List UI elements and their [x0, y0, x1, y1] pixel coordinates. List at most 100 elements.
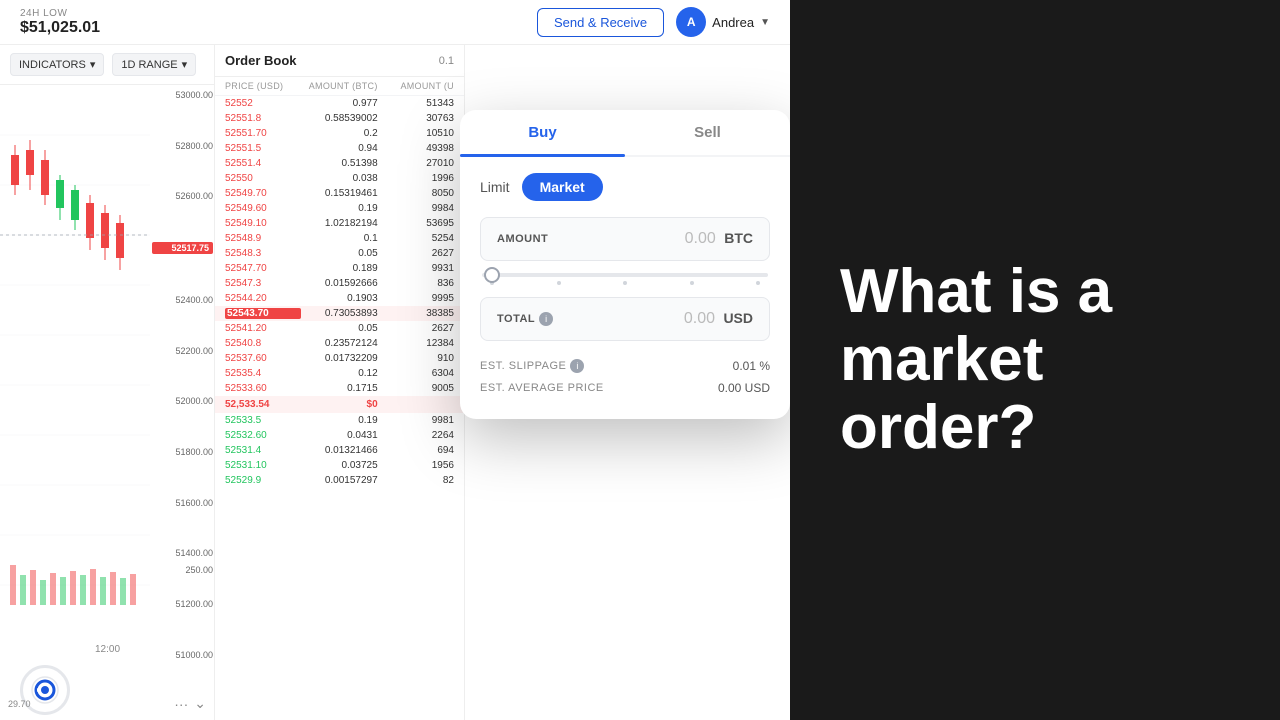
slider-dot [690, 281, 694, 285]
order-row[interactable]: 52552 0.977 51343 [215, 96, 464, 111]
price-label: 53000.00 [152, 90, 213, 100]
current-price-tag: 52517.75 [152, 242, 213, 254]
order-book-header: Order Book 0.1 [215, 45, 464, 77]
user-menu[interactable]: A Andrea ▼ [676, 7, 770, 37]
price-labels: 53000.00 52800.00 52600.00 52517.75 5240… [150, 85, 215, 665]
bottom-controls: ··· ⌄ [174, 695, 206, 712]
indicators-label: INDICATORS [19, 59, 86, 71]
amount-label: AMOUNT [497, 233, 548, 245]
info-icon[interactable]: i [539, 312, 553, 326]
market-button[interactable]: Market [522, 173, 603, 201]
info-icon[interactable]: i [570, 359, 584, 373]
amount-value-group: 0.00 BTC [685, 230, 753, 248]
col-total: AMOUNT (U [378, 81, 454, 91]
price-label: 52800.00 [152, 141, 213, 151]
spread-price: 52,533.54 [225, 399, 301, 410]
col-amount: AMOUNT (BTC) [301, 81, 377, 91]
order-book: Order Book 0.1 PRICE (USD) AMOUNT (BTC) … [215, 45, 465, 720]
slippage-label-group: EST. SLIPPAGE i [480, 359, 584, 373]
order-row[interactable]: 52532.60 0.0431 2264 [215, 428, 464, 443]
price-label: 51400.00 [152, 548, 213, 558]
tab-indicator [460, 154, 625, 157]
order-row[interactable]: 52549.70 0.15319461 8050 [215, 186, 464, 201]
total-field: TOTAL i 0.00 USD [480, 297, 770, 341]
price-label: 51600.00 [152, 498, 213, 508]
price-label: 51800.00 [152, 447, 213, 457]
order-row[interactable]: 52549.60 0.19 9984 [215, 201, 464, 216]
order-price: 52552 [225, 98, 301, 109]
order-row[interactable]: 52551.4 0.51398 27010 [215, 156, 464, 171]
chevron-down-icon: ▼ [760, 17, 770, 28]
order-row[interactable]: 52549.10 1.02182194 53695 [215, 216, 464, 231]
price-label: 52000.00 [152, 396, 213, 406]
indicators-button[interactable]: INDICATORS ▾ [10, 53, 104, 76]
order-row[interactable]: 52547.3 0.01592666 836 [215, 276, 464, 291]
order-row[interactable]: 52550 0.038 1996 [215, 171, 464, 186]
chart-panel: INDICATORS ▾ 1D RANGE ▾ [0, 45, 215, 720]
est-avg-price-value: 0.00 USD [718, 381, 770, 395]
price-info: 24H LOW $51,025.01 [20, 8, 100, 37]
col-price: PRICE (USD) [225, 81, 301, 91]
order-row[interactable]: 52551.70 0.2 10510 [215, 126, 464, 141]
slider-dot [557, 281, 561, 285]
order-row[interactable]: 52548.3 0.05 2627 [215, 246, 464, 261]
low-value: $51,025.01 [20, 19, 100, 37]
order-row[interactable]: 52551.5 0.94 49398 [215, 141, 464, 156]
slippage-row: EST. SLIPPAGE i 0.01 % [480, 355, 770, 377]
est-slippage-value: 0.01 % [733, 359, 770, 373]
expand-button[interactable]: ⌄ [194, 695, 206, 712]
limit-option[interactable]: Limit [480, 179, 510, 195]
order-type-toggle: Limit Market [480, 173, 770, 201]
top-bar: 24H LOW $51,025.01 Send & Receive A Andr… [0, 0, 790, 45]
order-row[interactable]: 52533.60 0.1715 9005 [215, 381, 464, 396]
order-row[interactable]: 52540.8 0.23572124 12384 [215, 336, 464, 351]
volume-label: 250.00 [185, 565, 213, 575]
order-book-columns: PRICE (USD) AMOUNT (BTC) AMOUNT (U [215, 77, 464, 96]
order-row[interactable]: 52531.10 0.03725 1956 [215, 458, 464, 473]
order-row[interactable]: 52537.60 0.01732209 910 [215, 351, 464, 366]
order-row[interactable]: 52529.9 0.00157297 82 [215, 473, 464, 488]
total-label: TOTAL [497, 313, 535, 325]
price-label: 51200.00 [152, 599, 213, 609]
order-row[interactable]: 52547.70 0.189 9931 [215, 261, 464, 276]
chevron-down-icon: ▾ [90, 58, 96, 71]
sell-tab[interactable]: Sell [625, 110, 790, 155]
order-row-highlighted[interactable]: 52543.70 0.73053893 38385 [215, 306, 464, 321]
chart-canvas: 53000.00 52800.00 52600.00 52517.75 5240… [0, 85, 215, 665]
buy-tab[interactable]: Buy [460, 110, 625, 155]
est-avg-price-label: EST. AVERAGE PRICE [480, 382, 604, 394]
amount-value: 0.00 [685, 230, 716, 247]
slider-thumb[interactable] [484, 267, 500, 283]
more-options-button[interactable]: ··· [174, 695, 188, 712]
price-label: 51000.00 [152, 650, 213, 660]
price-label: 52200.00 [152, 346, 213, 356]
amount-field[interactable]: AMOUNT 0.00 BTC [480, 217, 770, 261]
chevron-down-icon: ▾ [182, 58, 188, 71]
order-total: 51343 [378, 98, 454, 109]
candlestick-chart [0, 85, 150, 635]
slider-dot [623, 281, 627, 285]
order-row[interactable]: 52544.20 0.1903 9995 [215, 291, 464, 306]
range-button[interactable]: 1D RANGE ▾ [112, 53, 196, 76]
amount-slider[interactable] [480, 273, 770, 285]
order-row[interactable]: 52533.5 0.19 9981 [215, 413, 464, 428]
est-slippage-label: EST. SLIPPAGE [480, 360, 566, 372]
order-row[interactable]: 52541.20 0.05 2627 [215, 321, 464, 336]
avg-price-row: EST. AVERAGE PRICE 0.00 USD [480, 377, 770, 399]
order-form-modal: Buy Sell Limit Market AMOUNT 0.00 BTC [460, 110, 790, 419]
order-row[interactable]: 52531.4 0.01321466 694 [215, 443, 464, 458]
order-row[interactable]: 52551.8 0.58539002 30763 [215, 111, 464, 126]
order-row[interactable]: 52535.4 0.12 6304 [215, 366, 464, 381]
amount-currency: BTC [724, 230, 753, 246]
slider-track [482, 273, 768, 277]
avatar: A [676, 7, 706, 37]
spread-row: 52,533.54 $0 [215, 396, 464, 413]
top-bar-actions: Send & Receive A Andrea ▼ [537, 7, 770, 37]
order-amount: 0.977 [301, 98, 377, 109]
bottom-bar: 29.70 ··· ⌄ [0, 695, 214, 712]
range-label: 1D RANGE [121, 59, 177, 71]
order-row[interactable]: 52548.9 0.1 5254 [215, 231, 464, 246]
slider-dots [482, 281, 768, 285]
send-receive-button[interactable]: Send & Receive [537, 8, 664, 37]
bottom-price: 29.70 [8, 699, 31, 709]
